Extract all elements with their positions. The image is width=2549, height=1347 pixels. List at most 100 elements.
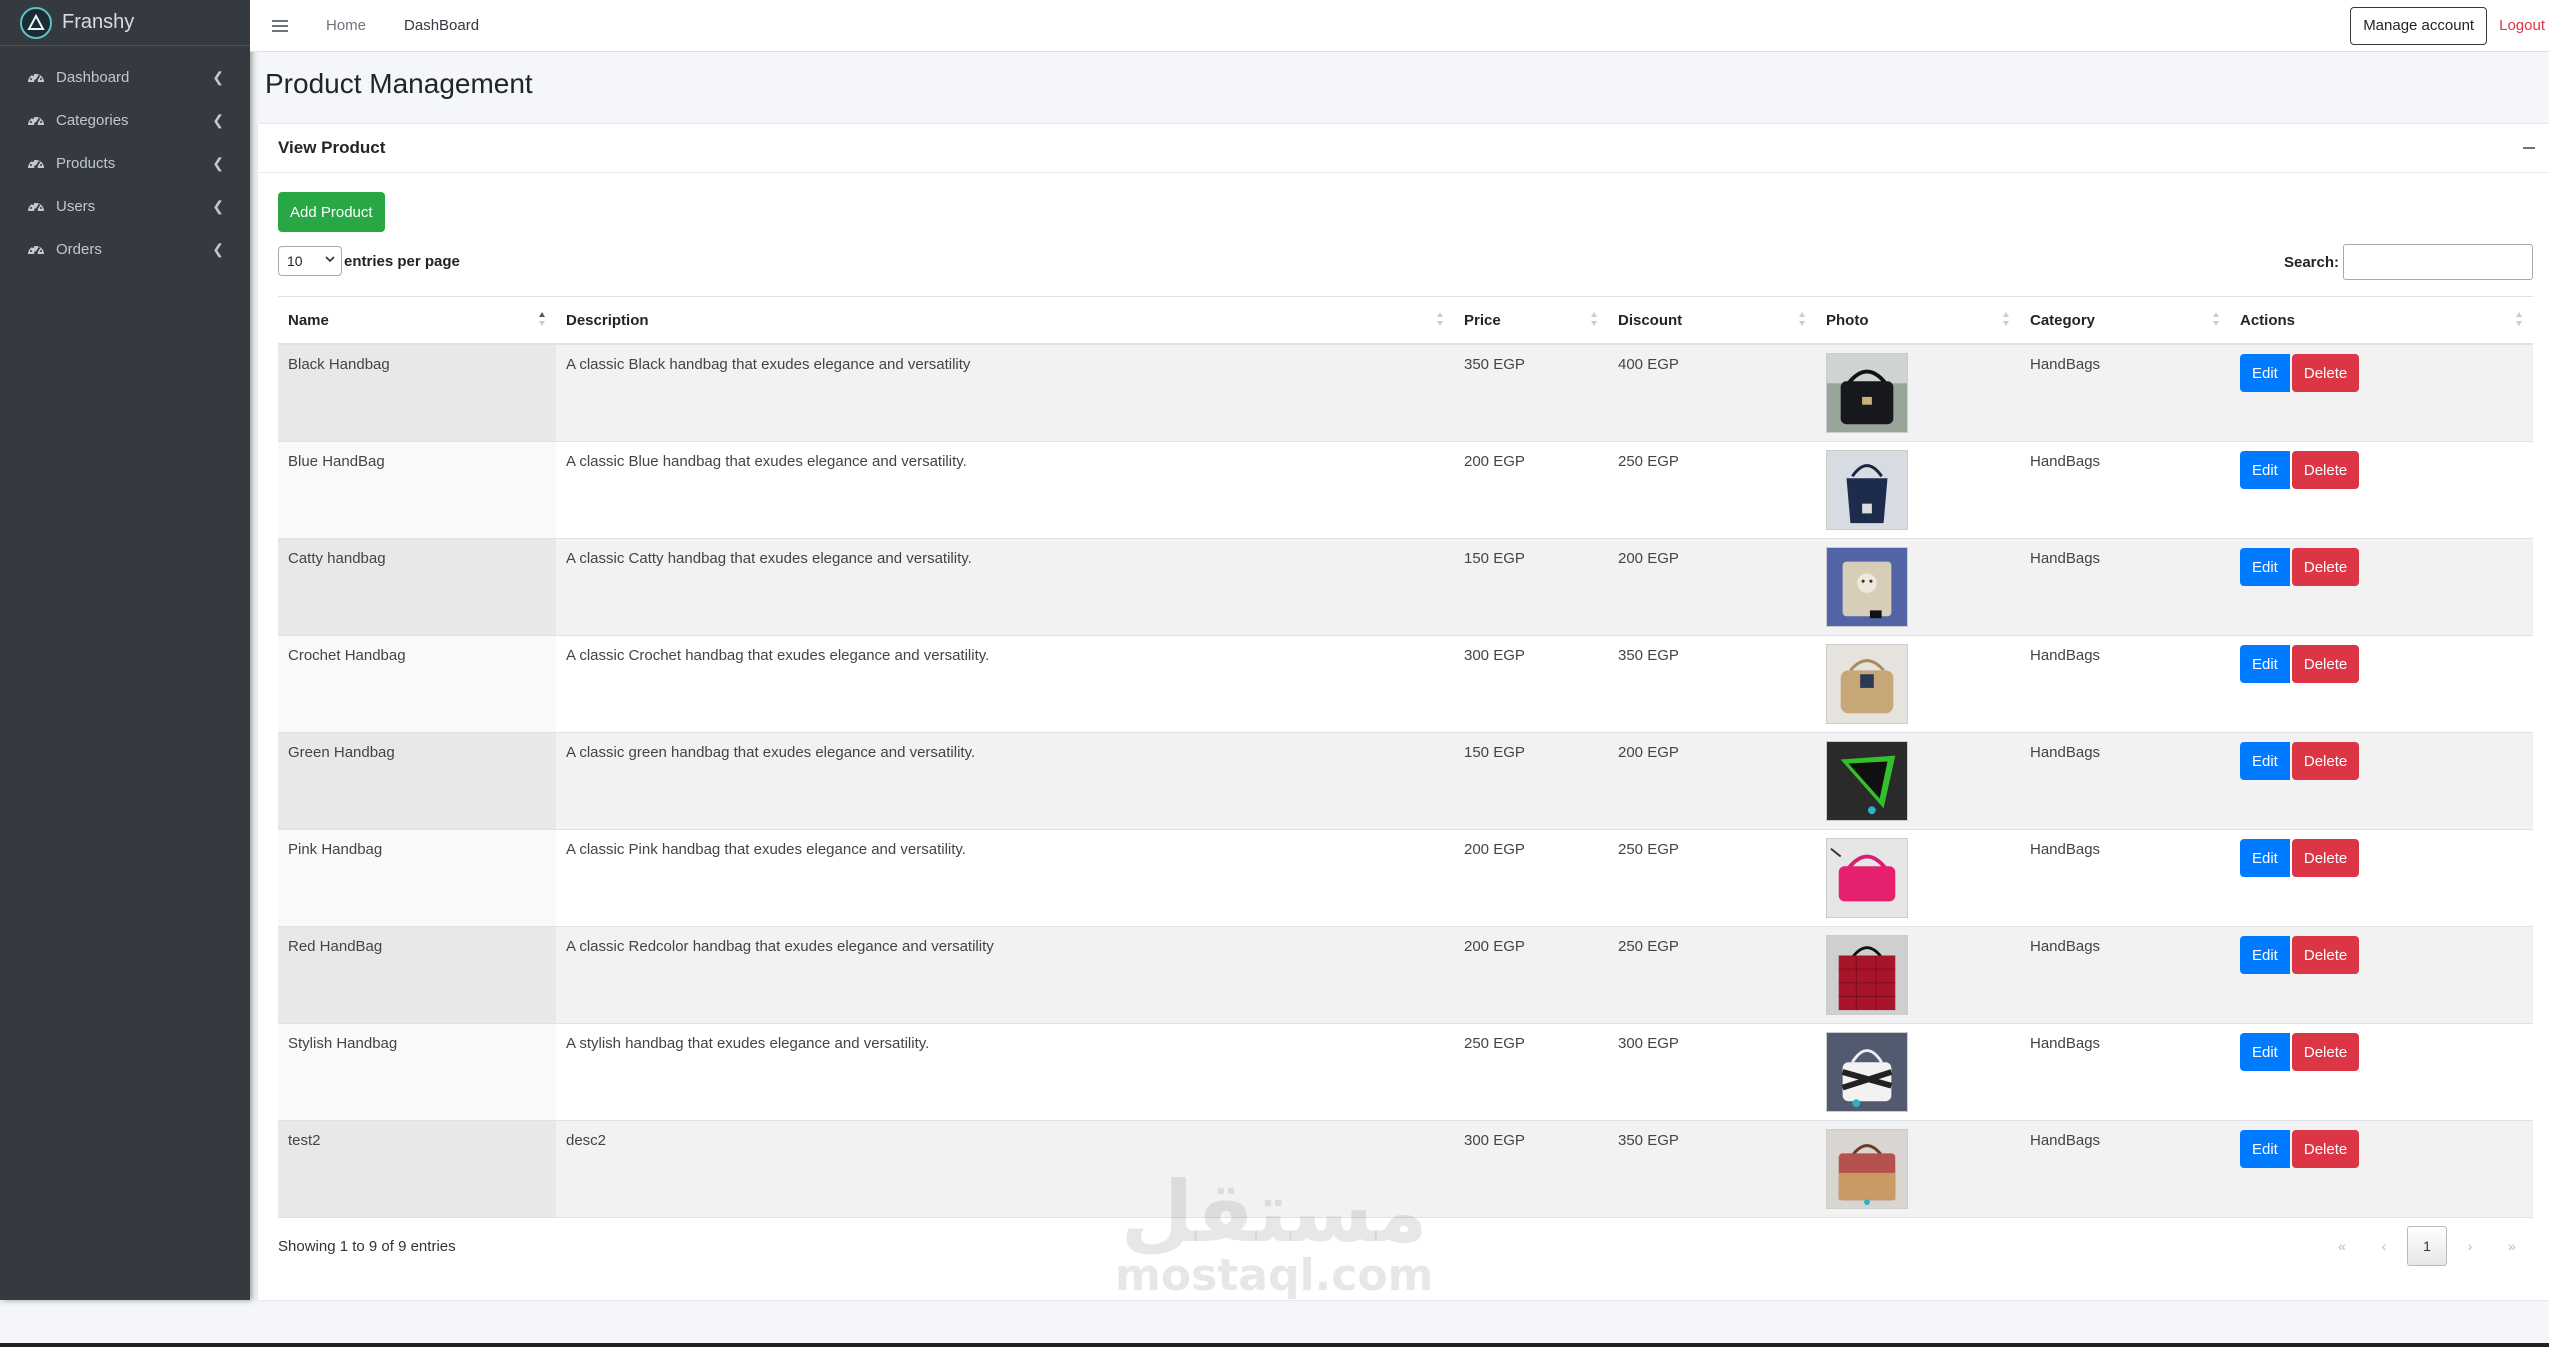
column-header-name[interactable]: Name [278,297,556,343]
sidebar-item-categories[interactable]: Categories ❮ [0,99,250,142]
cell-actions: Edit Delete [2230,539,2533,635]
table-header-row: Name Description Price Discount Photo Categor… [278,297,2533,345]
sidebar-item-users[interactable]: Users ❮ [0,185,250,228]
cell-description: A classic Blue handbag that exudes elega… [566,453,967,470]
cell-discount: 250 EGP [1618,453,1679,470]
nav-link-dashboard[interactable]: DashBoard [404,17,479,34]
cell-actions: Edit Delete [2230,927,2533,1023]
first-page-button[interactable]: « [2321,1226,2363,1266]
sidebar-item-orders[interactable]: Orders ❮ [0,228,250,271]
cell-name: Green Handbag [278,733,556,829]
column-header-category[interactable]: Category [2020,297,2230,343]
products-table: Name Description Price Discount Photo Categor… [278,296,2533,1218]
nav-link-home[interactable]: Home [326,17,366,34]
sort-icon [1436,311,1444,327]
edit-button[interactable]: Edit [2240,451,2290,489]
edit-button[interactable]: Edit [2240,1130,2290,1168]
brand[interactable]: Franshy [0,0,250,46]
cell-description: A stylish handbag that exudes elegance a… [566,1035,930,1052]
cell-price: 150 EGP [1464,550,1525,567]
product-photo [1826,644,1908,724]
column-header-price[interactable]: Price [1454,297,1608,343]
cell-description: A classic Pink handbag that exudes elega… [566,841,966,858]
cell-photo [1816,927,2020,1023]
sort-icon [2515,311,2523,327]
product-photo [1826,741,1908,821]
delete-button[interactable]: Delete [2291,354,2360,392]
add-product-button[interactable]: Add Product [278,192,385,232]
cell-photo [1816,1121,2020,1217]
cell-actions: Edit Delete [2230,442,2533,538]
edit-button[interactable]: Edit [2240,936,2290,974]
cell-description: A classic Black handbag that exudes eleg… [566,356,971,373]
column-header-actions[interactable]: Actions [2230,297,2533,343]
cell-description: A classic Crochet handbag that exudes el… [566,647,990,664]
column-header-label: Description [566,311,649,329]
delete-button[interactable]: Delete [2291,645,2360,683]
entries-per-page-select[interactable]: 10 [278,246,342,276]
product-photo [1826,935,1908,1015]
sidebar-item-dashboard[interactable]: Dashboard ❮ [0,56,250,99]
chevron-left-icon: ❮ [212,69,224,85]
delete-button[interactable]: Delete [2291,451,2360,489]
manage-account-button[interactable]: Manage account [2350,6,2488,45]
sort-icon [1798,311,1806,327]
cell-discount: 200 EGP [1618,550,1679,567]
delete-button[interactable]: Delete [2291,548,2360,586]
cell-price: 350 EGP [1464,356,1525,373]
cell-actions: Edit Delete [2230,636,2533,732]
table-row: Red HandBag A classic Redcolor handbag th… [278,927,2533,1024]
cell-description: A classic Redcolor handbag that exudes e… [566,938,994,955]
column-header-description[interactable]: Description [556,297,1454,343]
cell-name: Blue HandBag [278,442,556,538]
cell-discount: 300 EGP [1618,1035,1679,1052]
gauge-icon [26,197,46,217]
sidebar-item-products[interactable]: Products ❮ [0,142,250,185]
delete-button[interactable]: Delete [2291,742,2360,780]
page-title: Product Management [265,68,533,99]
edit-button[interactable]: Edit [2240,1033,2290,1071]
edit-button[interactable]: Edit [2240,645,2290,683]
collapse-icon[interactable] [2523,147,2535,149]
entries-per-page-label: entries per page [344,252,460,270]
cell-category: HandBags [2030,841,2101,858]
cell-name: Catty handbag [278,539,556,635]
page-1-button[interactable]: 1 [2407,1226,2447,1266]
column-header-photo[interactable]: Photo [1816,297,2020,343]
delete-button[interactable]: Delete [2291,1130,2360,1168]
product-photo [1826,450,1908,530]
search-input[interactable] [2343,244,2533,280]
column-header-label: Category [2030,311,2096,329]
column-header-discount[interactable]: Discount [1608,297,1816,343]
cell-photo [1816,442,2020,538]
delete-button[interactable]: Delete [2291,839,2360,877]
edit-button[interactable]: Edit [2240,354,2290,392]
product-photo [1826,838,1908,918]
card-header: View Product [258,124,2549,173]
previous-page-button[interactable]: ‹ [2363,1226,2405,1266]
cell-price: 300 EGP [1464,1132,1525,1149]
last-page-button[interactable]: » [2491,1226,2533,1266]
logout-link[interactable]: Logout [2499,17,2545,34]
cell-category: HandBags [2030,647,2101,664]
cell-category: HandBags [2030,550,2101,567]
delete-button[interactable]: Delete [2291,936,2360,974]
table-row: Crochet Handbag A classic Crochet handbag… [278,636,2533,733]
cell-photo [1816,1024,2020,1120]
sidebar-item-label: Users [56,198,96,215]
cell-photo [1816,733,2020,829]
edit-button[interactable]: Edit [2240,839,2290,877]
cell-category: HandBags [2030,938,2101,955]
menu-toggle-icon[interactable] [272,19,288,32]
table-row: Blue HandBag A classic Blue handbag that … [278,442,2533,539]
table-row: Black Handbag A classic Black handbag tha… [278,345,2533,442]
edit-button[interactable]: Edit [2240,548,2290,586]
cell-category: HandBags [2030,744,2101,761]
next-page-button[interactable]: › [2449,1226,2491,1266]
cell-category: HandBags [2030,1132,2101,1149]
delete-button[interactable]: Delete [2291,1033,2360,1071]
cell-price: 200 EGP [1464,938,1525,955]
chevron-left-icon: ❮ [212,241,224,257]
cell-price: 250 EGP [1464,1035,1525,1052]
edit-button[interactable]: Edit [2240,742,2290,780]
